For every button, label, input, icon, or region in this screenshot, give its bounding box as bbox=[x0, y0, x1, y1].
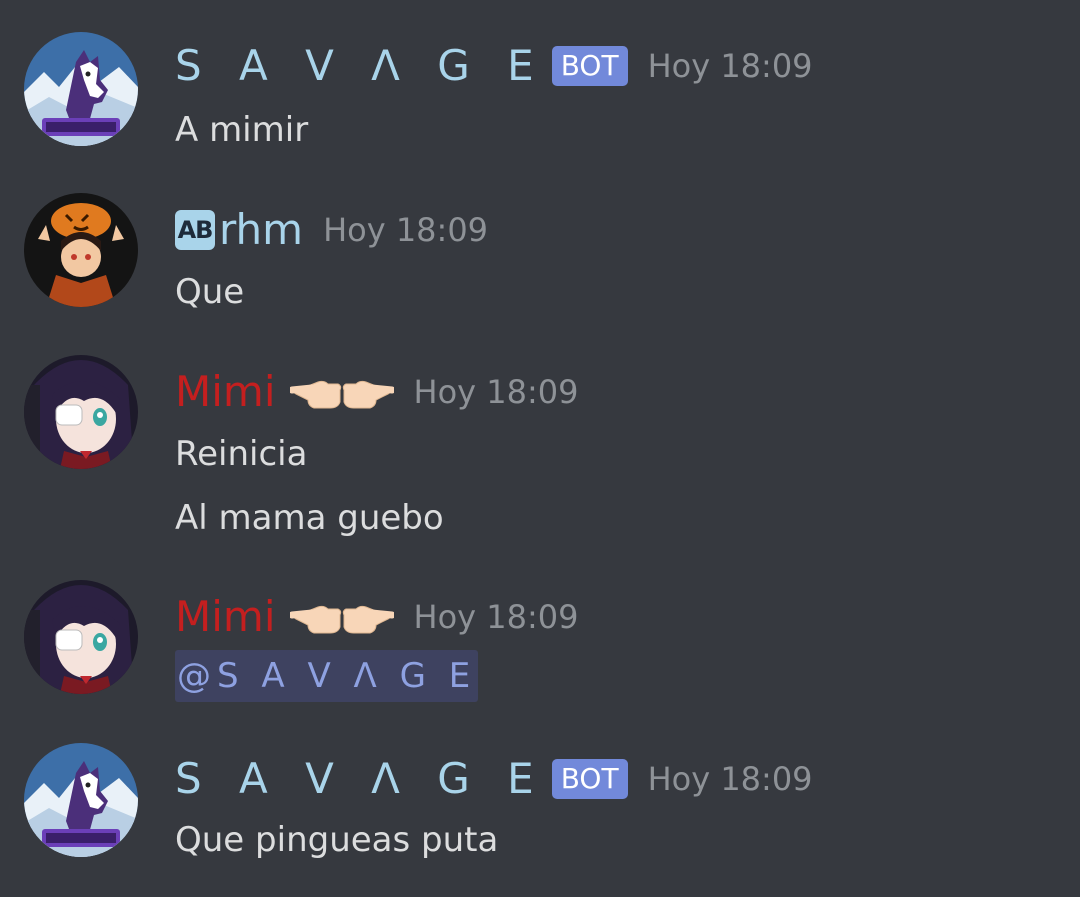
timestamp: Hoy 18:09 bbox=[413, 373, 579, 411]
message-header: S A V Λ G E BOT Hoy 18:09 bbox=[175, 751, 813, 807]
avatar[interactable] bbox=[24, 580, 138, 694]
pointing-hands-emoji-icon bbox=[290, 368, 394, 416]
message-header: Mimi Hoy 18:09 bbox=[175, 364, 578, 420]
pumpkin-anime-avatar-icon bbox=[24, 193, 138, 307]
timestamp: Hoy 18:09 bbox=[323, 211, 489, 249]
avatar[interactable] bbox=[24, 355, 138, 469]
timestamp: Hoy 18:09 bbox=[647, 47, 813, 85]
avatar[interactable] bbox=[24, 743, 138, 857]
wolf-savage-logo-icon bbox=[24, 32, 138, 146]
chat-messages: S A V Λ G E BOT Hoy 18:09 A mimir AB rhm… bbox=[0, 0, 1080, 897]
message-text: Que bbox=[175, 272, 245, 312]
message-text: A mimir bbox=[175, 110, 309, 150]
avatar[interactable] bbox=[24, 193, 138, 307]
username[interactable]: rhm bbox=[219, 202, 303, 258]
user-mention[interactable]: @S A V Λ G E bbox=[175, 650, 479, 702]
bot-tag: BOT bbox=[551, 759, 628, 799]
ab-badge-icon: AB bbox=[175, 210, 215, 250]
anime-girl-eyepatch-avatar-icon bbox=[24, 355, 138, 469]
username[interactable]: Mimi bbox=[175, 589, 276, 645]
timestamp: Hoy 18:09 bbox=[413, 598, 579, 636]
message-header: S A V Λ G E BOT Hoy 18:09 bbox=[175, 38, 813, 94]
pointing-hands-emoji-icon bbox=[290, 593, 394, 641]
message-text: Reinicia bbox=[175, 434, 308, 474]
avatar[interactable] bbox=[24, 32, 138, 146]
message-text: Al mama guebo bbox=[175, 498, 444, 538]
message-header: AB rhm Hoy 18:09 bbox=[175, 202, 488, 258]
message-text: Que pingueas puta bbox=[175, 820, 499, 860]
wolf-savage-logo-icon bbox=[24, 743, 138, 857]
username[interactable]: S A V Λ G E bbox=[175, 38, 546, 94]
anime-girl-eyepatch-avatar-icon bbox=[24, 580, 138, 694]
bot-tag: BOT bbox=[551, 46, 628, 86]
username[interactable]: Mimi bbox=[175, 364, 276, 420]
timestamp: Hoy 18:09 bbox=[647, 760, 813, 798]
username[interactable]: S A V Λ G E bbox=[175, 751, 546, 807]
message-header: Mimi Hoy 18:09 bbox=[175, 589, 578, 645]
